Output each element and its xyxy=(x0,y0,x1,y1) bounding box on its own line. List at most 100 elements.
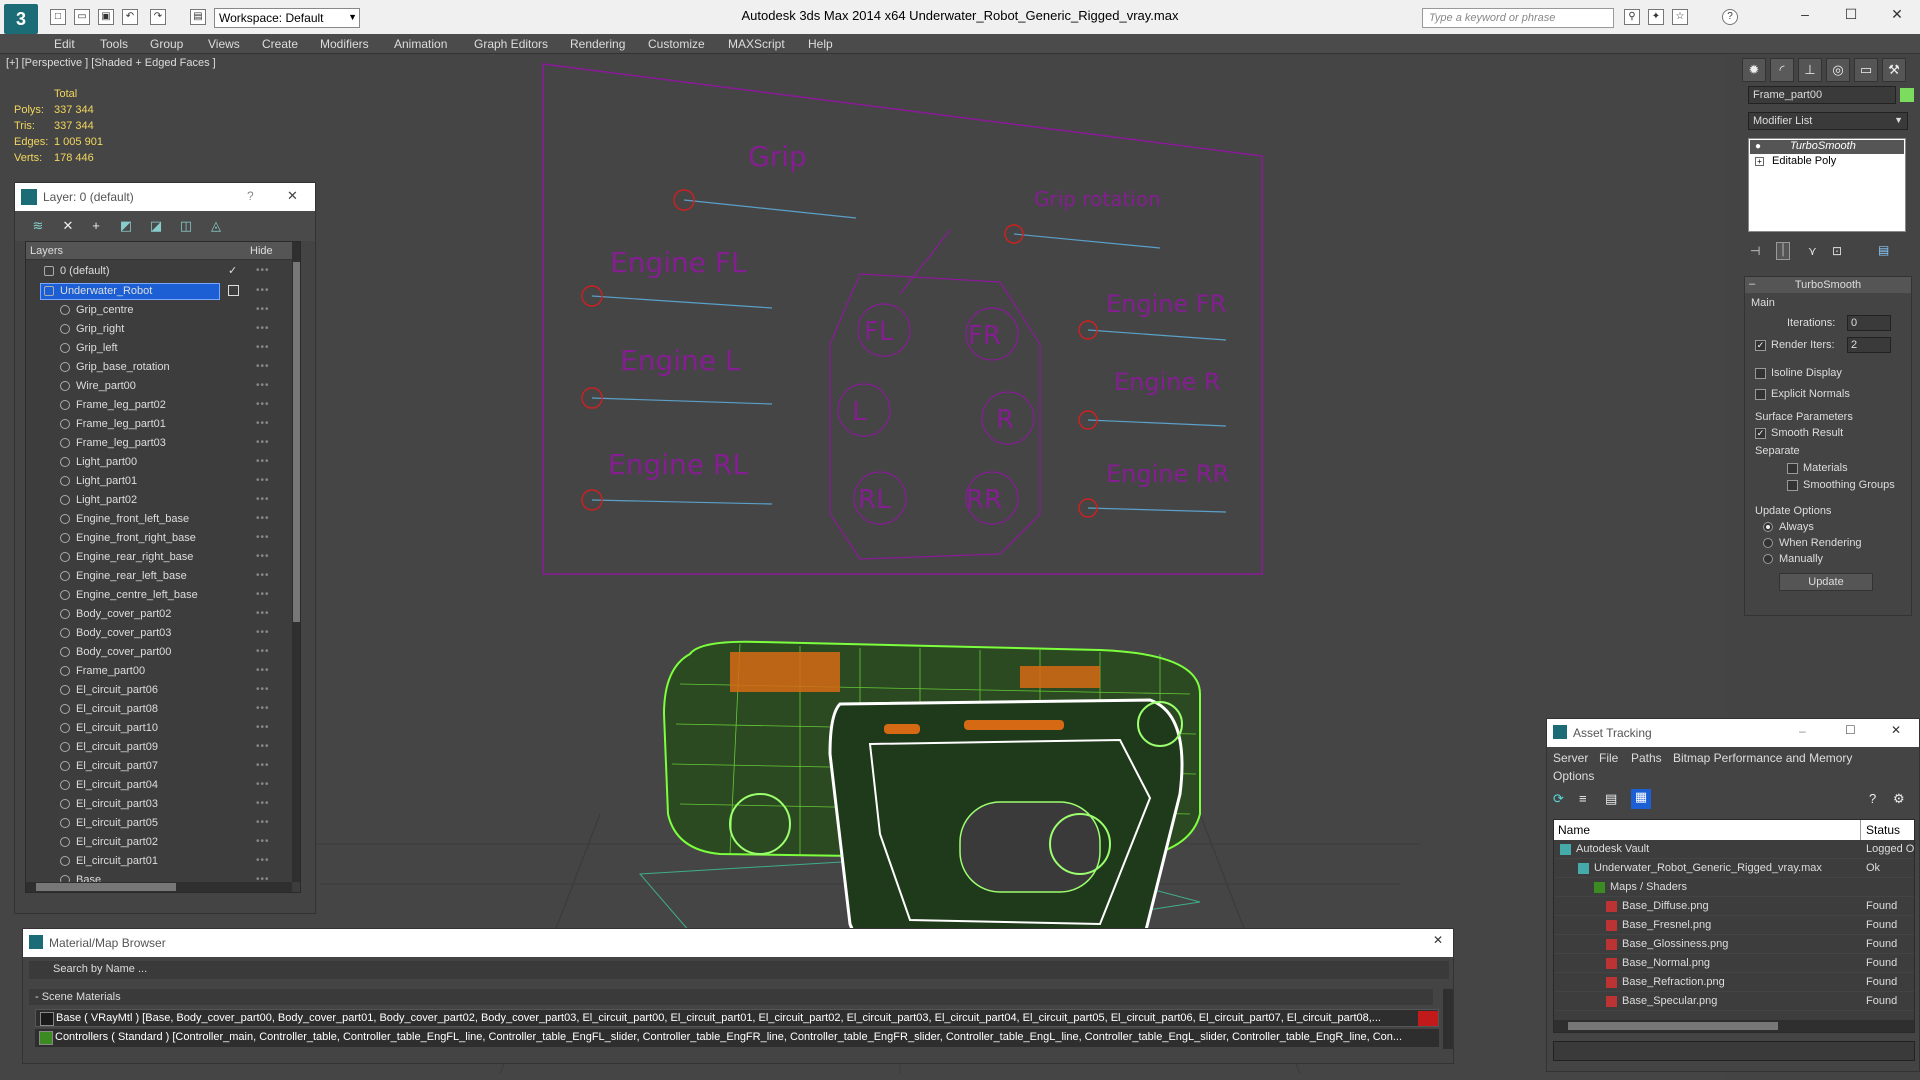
minimize-icon[interactable]: – xyxy=(1790,6,1820,26)
hierarchy-tab-icon[interactable]: ⊥ xyxy=(1798,58,1822,82)
minimize-icon[interactable]: – xyxy=(1799,724,1806,738)
layer-row-underwater-robot[interactable]: Underwater_Robot ••• xyxy=(26,282,292,301)
expand-icon[interactable]: + xyxy=(1755,157,1764,166)
hide-toggle[interactable]: ••• xyxy=(256,285,270,296)
asset-row[interactable]: Base_Refraction.png Found xyxy=(1554,973,1914,992)
layer-list[interactable]: Layers Hide 0 (default) ✓ ••• Underwater… xyxy=(25,241,301,893)
asset-row[interactable]: Underwater_Robot_Generic_Rigged_vray.max… xyxy=(1554,859,1914,878)
layer-object-row[interactable]: Engine_front_left_base ••• xyxy=(26,510,292,529)
remove-modifier-icon[interactable]: ⊡ xyxy=(1832,244,1842,258)
current-layer-box-icon[interactable] xyxy=(228,285,239,296)
manually-radio[interactable] xyxy=(1763,554,1773,564)
hscrollbar-thumb[interactable] xyxy=(36,883,176,891)
hide-toggle[interactable]: ••• xyxy=(256,532,270,543)
column-layers[interactable]: Layers xyxy=(30,245,63,257)
hide-toggle[interactable]: ••• xyxy=(256,304,270,315)
layer-object-row[interactable]: Engine_front_right_base ••• xyxy=(26,529,292,548)
hide-toggle[interactable]: ••• xyxy=(256,684,270,695)
layer-object-row[interactable]: Frame_leg_part01 ••• xyxy=(26,415,292,434)
menu-graph-editors[interactable]: Graph Editors xyxy=(474,37,548,51)
hide-toggle[interactable]: ••• xyxy=(256,342,270,353)
make-unique-icon[interactable]: ⋎ xyxy=(1808,244,1817,258)
menu-paths[interactable]: Paths xyxy=(1631,751,1662,765)
hide-toggle[interactable]: ••• xyxy=(256,817,270,828)
hide-toggle[interactable]: ••• xyxy=(256,855,270,866)
material-search-input[interactable]: Search by Name ... xyxy=(29,961,1449,979)
add-to-layer-icon[interactable]: + xyxy=(87,217,105,235)
menu-rendering[interactable]: Rendering xyxy=(570,37,625,51)
layer-object-row[interactable]: Engine_centre_left_base ••• xyxy=(26,586,292,605)
modify-tab-icon[interactable]: ◜ xyxy=(1770,58,1794,82)
asset-row[interactable]: Base_Glossiness.png Found xyxy=(1554,935,1914,954)
hide-toggle[interactable]: ••• xyxy=(256,741,270,752)
hide-toggle[interactable]: ••• xyxy=(256,513,270,524)
hide-toggle[interactable]: ••• xyxy=(256,722,270,733)
detail-view-icon[interactable]: ▤ xyxy=(1605,791,1617,807)
menu-file[interactable]: File xyxy=(1599,751,1618,765)
collapse-icon[interactable]: – xyxy=(1749,278,1755,290)
menu-group[interactable]: Group xyxy=(150,37,183,51)
pin-stack-icon[interactable]: ⊣ xyxy=(1750,244,1760,258)
when-rendering-radio[interactable] xyxy=(1763,538,1773,548)
favorites-star-icon[interactable]: ☆ xyxy=(1672,9,1688,25)
menu-customize[interactable]: Customize xyxy=(648,37,705,51)
close-icon[interactable]: ✕ xyxy=(287,188,298,204)
underwater-robot-model[interactable] xyxy=(638,640,1201,968)
menu-modifiers[interactable]: Modifiers xyxy=(320,37,369,51)
hide-toggle[interactable]: ••• xyxy=(256,265,270,276)
layer-object-row[interactable]: Frame_leg_part02 ••• xyxy=(26,396,292,415)
create-tab-icon[interactable]: ✹ xyxy=(1742,58,1766,82)
layer-object-row[interactable]: Engine_rear_right_base ••• xyxy=(26,548,292,567)
asset-hscrollbar[interactable] xyxy=(1554,1020,1914,1032)
explicit-normals-checkbox[interactable] xyxy=(1755,389,1766,400)
asset-row[interactable]: Base_Normal.png Found xyxy=(1554,954,1914,973)
material-scrollbar[interactable] xyxy=(1443,989,1453,1049)
utilities-tab-icon[interactable]: ⚒ xyxy=(1882,58,1906,82)
layer-object-row[interactable]: Grip_left ••• xyxy=(26,339,292,358)
hide-toggle[interactable]: ••• xyxy=(256,779,270,790)
menu-views[interactable]: Views xyxy=(208,37,240,51)
list-view-icon[interactable]: ≡ xyxy=(1579,791,1587,806)
subscription-icon[interactable]: ✦ xyxy=(1648,9,1664,25)
material-row-base[interactable]: Base ( VRayMtl ) [Base, Body_cover_part0… xyxy=(35,1009,1439,1027)
highlight-layer-icon[interactable]: ◪ xyxy=(147,217,165,235)
layer-object-row[interactable]: El_circuit_part08 ••• xyxy=(26,700,292,719)
hide-toggle[interactable]: ••• xyxy=(256,399,270,410)
asset-table[interactable]: Name Status Autodesk Vault Logged O Underw… xyxy=(1553,819,1915,1033)
scrollbar-thumb[interactable] xyxy=(293,262,300,622)
menu-help[interactable]: Help xyxy=(808,37,833,51)
layer-object-row[interactable]: Body_cover_part02 ••• xyxy=(26,605,292,624)
asset-row[interactable]: Base_Diffuse.png Found xyxy=(1554,897,1914,916)
layer-object-row[interactable]: Engine_rear_left_base ••• xyxy=(26,567,292,586)
select-objects-icon[interactable]: ◩ xyxy=(117,217,135,235)
menu-tools[interactable]: Tools xyxy=(100,37,128,51)
smoothing-groups-checkbox[interactable] xyxy=(1787,480,1798,491)
menu-edit[interactable]: Edit xyxy=(54,37,75,51)
materials-checkbox[interactable] xyxy=(1787,463,1798,474)
create-layer-icon[interactable]: ≋ xyxy=(29,217,47,235)
modifier-list-dropdown[interactable]: Modifier List ▼ xyxy=(1748,112,1908,130)
active-layer-check-icon[interactable]: ✓ xyxy=(228,264,237,277)
material-row-controllers[interactable]: Controllers ( Standard ) [Controller_mai… xyxy=(35,1029,1439,1047)
hide-toggle[interactable]: ••• xyxy=(256,361,270,372)
asset-row[interactable]: Base_Fresnel.png Found xyxy=(1554,916,1914,935)
layer-object-row[interactable]: Grip_base_rotation ••• xyxy=(26,358,292,377)
always-radio[interactable] xyxy=(1763,522,1773,532)
modifier-stack[interactable]: TurboSmooth ● Editable Poly + xyxy=(1748,138,1906,232)
layer-object-row[interactable]: El_circuit_part02 ••• xyxy=(26,833,292,852)
hide-all-layers-icon[interactable]: ◫ xyxy=(177,217,195,235)
lightbulb-icon[interactable]: ● xyxy=(1755,141,1761,152)
controller-board-frame[interactable] xyxy=(542,63,1263,575)
hide-toggle[interactable]: ••• xyxy=(256,627,270,638)
hide-toggle[interactable]: ••• xyxy=(256,551,270,562)
freeze-all-layers-icon[interactable]: ◬ xyxy=(207,217,225,235)
update-button[interactable]: Update xyxy=(1779,573,1873,591)
layer-object-row[interactable]: El_circuit_part09 ••• xyxy=(26,738,292,757)
hide-toggle[interactable]: ••• xyxy=(256,380,270,391)
hide-toggle[interactable]: ••• xyxy=(256,798,270,809)
rollout-title[interactable]: TurboSmooth xyxy=(1745,277,1911,293)
scene-materials-group[interactable]: - Scene Materials xyxy=(29,989,1433,1005)
iterations-spinner[interactable]: 0 xyxy=(1847,315,1891,331)
menu-create[interactable]: Create xyxy=(262,37,298,51)
hide-toggle[interactable]: ••• xyxy=(256,323,270,334)
